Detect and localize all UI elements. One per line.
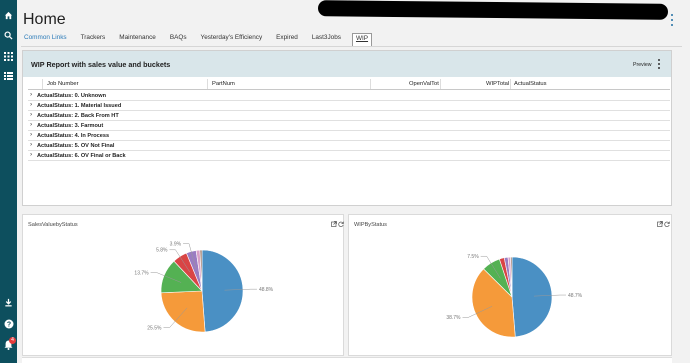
group-row-label: ActualStatus: 4. In Process xyxy=(37,133,110,139)
group-row-label: ActualStatus: 0. Unknown xyxy=(37,93,106,99)
group-row-label: ActualStatus: 6. OV Final or Back xyxy=(37,153,126,159)
column-separator xyxy=(42,79,43,89)
wip-by-status-card: 48.7% 38.7% 7.5% WIPByStatus xyxy=(348,214,672,356)
group-row[interactable]: › ActualStatus: 5. OV Not Final xyxy=(28,141,670,151)
svg-text:?: ? xyxy=(6,321,10,328)
expand-chevron-icon[interactable]: › xyxy=(30,151,32,158)
panel-overflow-menu-icon[interactable] xyxy=(657,59,661,69)
tab-baqs[interactable]: BAQs xyxy=(167,33,190,46)
group-row-label: ActualStatus: 3. Farmout xyxy=(37,123,104,129)
column-header-actualstatus[interactable]: ActualStatus xyxy=(514,81,547,87)
apps-grid-icon[interactable] xyxy=(0,49,17,63)
panel-header: WIP Report with sales value and buckets … xyxy=(23,51,671,77)
expand-chevron-icon[interactable]: › xyxy=(30,141,32,148)
chart-tools xyxy=(331,221,344,227)
grid-group-rows: › ActualStatus: 0. Unknown › ActualStatus:… xyxy=(28,91,670,161)
search-icon[interactable] xyxy=(0,28,17,42)
group-row[interactable]: › ActualStatus: 6. OV Final or Back xyxy=(28,151,670,161)
refresh-icon[interactable] xyxy=(338,221,344,227)
wip-by-status-pie-chart: 48.7% 38.7% 7.5% xyxy=(446,254,583,338)
slice-label: 25.5% xyxy=(147,325,162,331)
group-row-label: ActualStatus: 5. OV Not Final xyxy=(37,143,115,149)
tab-trackers[interactable]: Trackers xyxy=(78,33,109,46)
tab-divider xyxy=(21,46,682,47)
pie-slice[interactable] xyxy=(201,249,244,333)
group-row[interactable]: › ActualStatus: 3. Farmout xyxy=(28,121,670,131)
pie-slice[interactable] xyxy=(160,290,206,333)
group-row-label: ActualStatus: 2. Back From HT xyxy=(37,113,119,119)
slice-label: 48.7% xyxy=(568,293,583,299)
refresh-icon[interactable] xyxy=(664,221,670,227)
slice-label: 38.7% xyxy=(446,315,461,321)
redacted-header-area xyxy=(317,0,669,20)
column-header-openvaltot[interactable]: OpenValTot xyxy=(409,81,439,87)
group-row[interactable]: › ActualStatus: 4. In Process xyxy=(28,131,670,141)
expand-chevron-icon[interactable]: › xyxy=(30,121,32,128)
next-panel-edge xyxy=(22,357,672,363)
tab-maintenance[interactable]: Maintenance xyxy=(116,33,159,46)
pie-slice[interactable] xyxy=(511,256,553,338)
expand-chevron-icon[interactable]: › xyxy=(30,111,32,118)
tab-last3jobs[interactable]: Last3Jobs xyxy=(309,33,344,46)
slice-label: 7.5% xyxy=(467,254,479,260)
group-row[interactable]: › ActualStatus: 0. Unknown xyxy=(28,91,670,101)
tab-yesterdays-efficiency[interactable]: Yesterday's Efficiency xyxy=(198,33,266,46)
expand-chevron-icon[interactable]: › xyxy=(30,91,32,98)
wip-report-panel: WIP Report with sales value and buckets … xyxy=(22,50,672,206)
column-header-wiptotal[interactable]: WIPTotal xyxy=(486,81,509,87)
column-separator xyxy=(440,79,441,89)
home-icon[interactable] xyxy=(0,8,17,22)
tab-wip[interactable]: WIP xyxy=(351,33,373,46)
tab-expired[interactable]: Expired xyxy=(273,33,301,46)
tab-common-links[interactable]: Common Links xyxy=(21,33,70,46)
expand-chevron-icon[interactable]: › xyxy=(30,101,32,108)
group-row-label: ActualStatus: 1. Material Issued xyxy=(37,103,122,109)
dashboard-tabs: Common Links Trackers Maintenance BAQs Y… xyxy=(21,33,380,47)
notification-count-badge: 4 xyxy=(9,337,16,344)
chart-tools xyxy=(657,221,670,227)
help-icon[interactable]: ? xyxy=(0,317,17,331)
download-icon[interactable] xyxy=(0,295,17,309)
column-separator xyxy=(510,79,511,89)
grid-header-row: Job Number PartNum OpenValTot WIPTotal A… xyxy=(28,78,670,90)
page-title: Home xyxy=(23,11,66,28)
group-row[interactable]: › ActualStatus: 2. Back From HT xyxy=(28,111,670,121)
page-overflow-menu-icon[interactable] xyxy=(669,14,675,26)
expand-chevron-icon[interactable]: › xyxy=(30,131,32,138)
column-separator xyxy=(370,79,371,89)
panel-title: WIP Report with sales value and buckets xyxy=(31,60,171,69)
open-external-icon[interactable] xyxy=(657,221,663,227)
chart-title: SalesValuebyStatus xyxy=(28,222,78,228)
sales-value-by-status-card: 48.8% 25.5% 13.7% 5.8% 3.9% SalesValuebyStat… xyxy=(22,214,344,356)
slice-label: 13.7% xyxy=(134,270,149,276)
column-separator xyxy=(207,79,208,89)
chart-title: WIPByStatus xyxy=(354,222,387,228)
slice-label: 3.9% xyxy=(170,242,182,248)
sales-value-pie-chart: 48.8% 25.5% 13.7% 5.8%3.9% xyxy=(134,242,274,333)
group-row[interactable]: › ActualStatus: 1. Material Issued xyxy=(28,101,670,111)
slice-label: 48.8% xyxy=(259,287,274,293)
column-header-job-number[interactable]: Job Number xyxy=(47,81,79,87)
list-icon[interactable] xyxy=(0,69,17,83)
column-header-partnum[interactable]: PartNum xyxy=(212,81,235,87)
slice-label: 5.8% xyxy=(156,248,168,254)
preview-button[interactable]: Preview xyxy=(633,62,651,68)
left-nav-rail: ? 4 xyxy=(0,0,17,363)
open-external-icon[interactable] xyxy=(331,221,337,227)
